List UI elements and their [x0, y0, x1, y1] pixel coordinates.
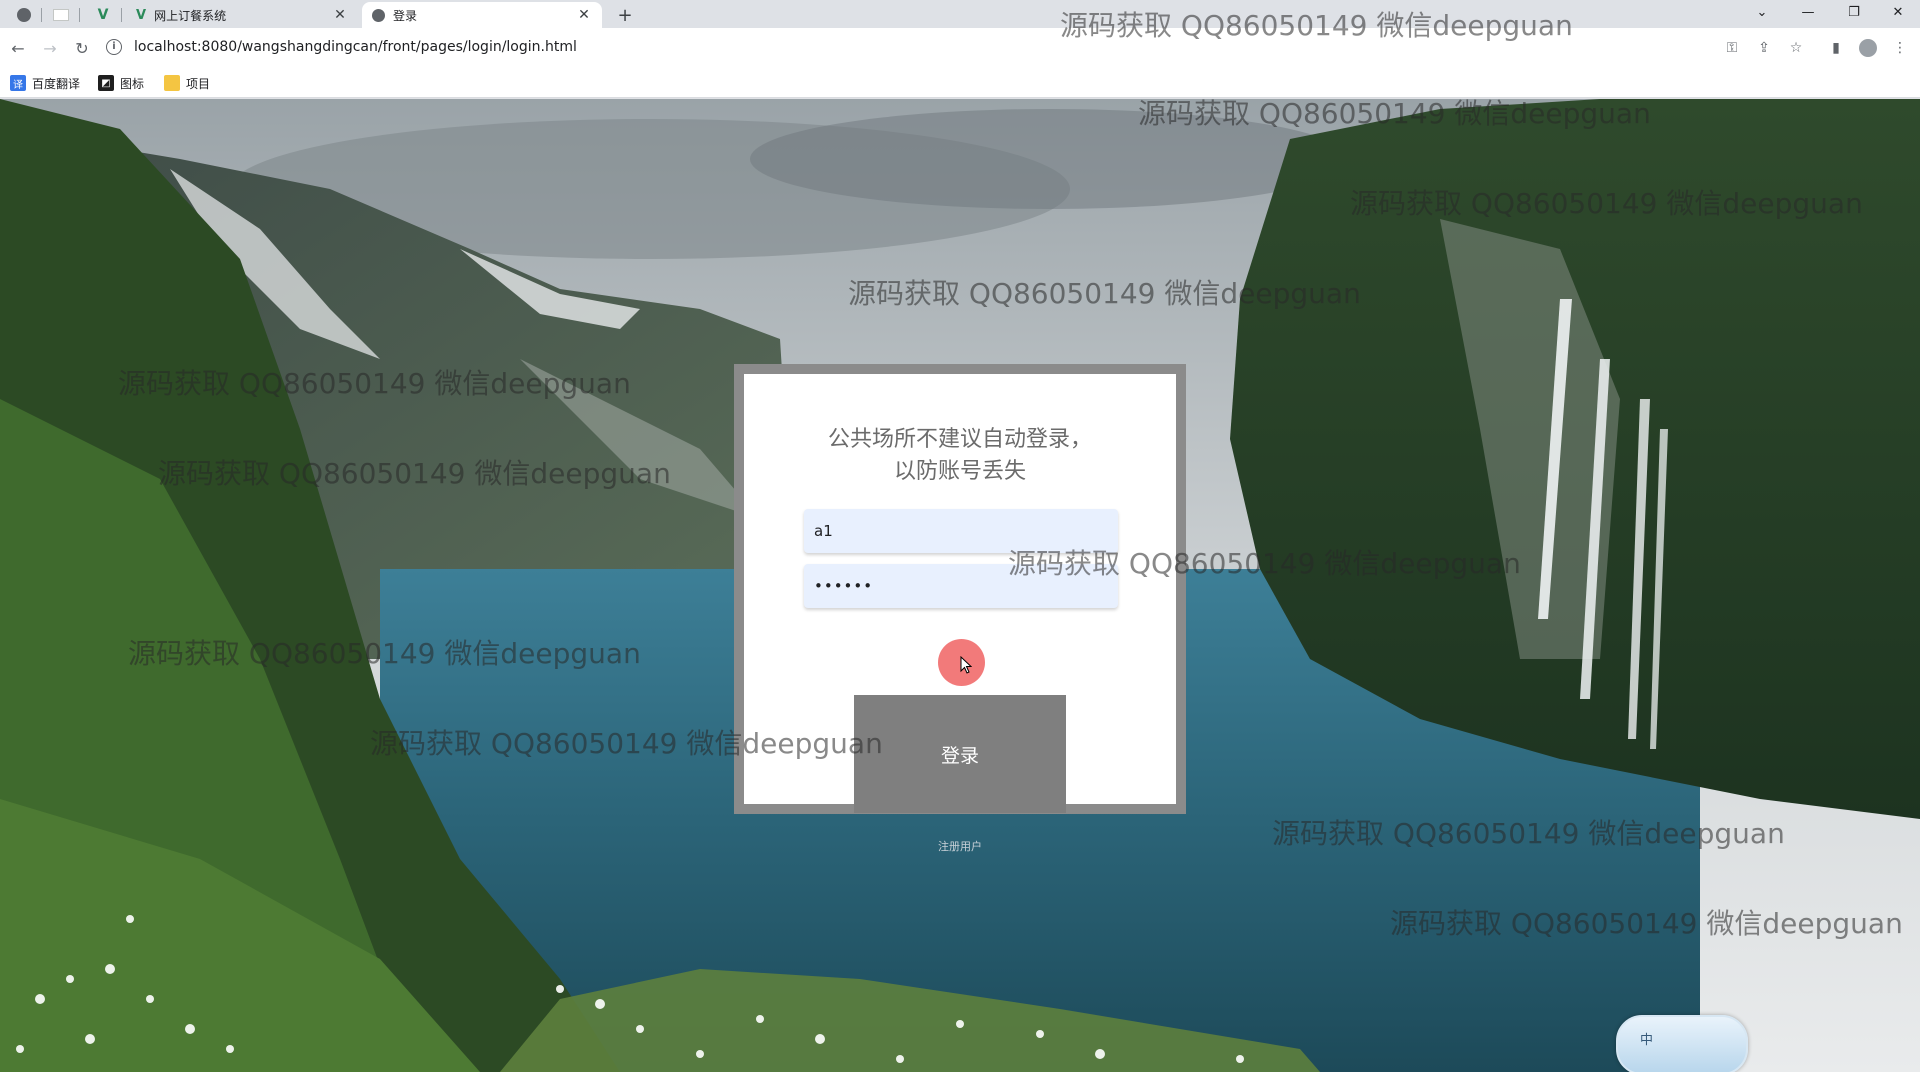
share-button[interactable]: ⇪	[1752, 36, 1776, 60]
mouse-cursor-icon	[960, 656, 972, 674]
close-icon[interactable]: ✕	[332, 7, 348, 23]
tab-title: 登录	[393, 8, 418, 23]
new-tab-button[interactable]: +	[612, 2, 638, 28]
tab-ordering-system[interactable]: V 网上订餐系统 ✕	[126, 2, 358, 28]
login-tip-line1: 公共场所不建议自动登录，	[827, 427, 1092, 452]
url-field[interactable]: i localhost:8080/wangshangdingcan/front/…	[106, 33, 1706, 61]
tab-title: 网上订餐系统	[154, 8, 227, 23]
tab-pinned-blank[interactable]	[42, 2, 80, 28]
info-icon[interactable]: i	[106, 39, 122, 55]
tab-pinned-vue[interactable]: V	[84, 2, 122, 28]
reload-icon: ↻	[75, 38, 89, 58]
restore-icon: ❐	[1848, 4, 1860, 20]
close-icon[interactable]: ✕	[576, 7, 592, 23]
username-input[interactable]: a1	[804, 509, 1118, 553]
close-window-button[interactable]: ✕	[1876, 0, 1920, 24]
password-key-button[interactable]: ⚿	[1720, 36, 1744, 60]
blank-page-icon	[53, 9, 69, 21]
side-panel-button[interactable]: ▮	[1824, 36, 1848, 60]
tab-strip: V V 网上订餐系统 ✕ 登录 ✕ + ⌄ — ❐ ✕	[0, 0, 1920, 28]
globe-icon	[372, 8, 385, 22]
login-tip-line2: 以防账号丢失	[893, 459, 1026, 484]
bookmark-label: 百度翻译	[32, 76, 81, 91]
back-button[interactable]: ←	[6, 36, 30, 60]
star-icon: ☆	[1789, 40, 1803, 56]
forward-button[interactable]: →	[38, 36, 62, 60]
share-icon: ⇪	[1758, 40, 1770, 56]
vue-logo-icon: V	[136, 7, 147, 23]
register-link[interactable]: 注册用户	[900, 838, 1020, 854]
avatar-icon	[1859, 39, 1877, 57]
minimize-button[interactable]: —	[1786, 0, 1830, 24]
bookmarks-bar: 译 百度翻译 ◩ 图标 项目	[0, 68, 1920, 98]
arrow-left-icon: ←	[11, 38, 25, 58]
bookmark-label: 项目	[186, 76, 211, 91]
ime-mode-label: 中	[1640, 1033, 1654, 1048]
plus-icon: +	[617, 4, 633, 26]
page-viewport: 公共场所不建议自动登录， 以防账号丢失 a1 •••••• 登录 注册用户 中	[0, 99, 1920, 1072]
url-text: localhost:8080/wangshangdingcan/front/pa…	[134, 39, 577, 55]
translate-icon: 译	[10, 75, 26, 91]
tab-pinned-globe[interactable]	[6, 2, 42, 28]
arrow-right-icon: →	[43, 38, 57, 58]
password-input[interactable]: ••••••	[804, 564, 1118, 608]
restore-button[interactable]: ❐	[1832, 0, 1876, 24]
folder-icon	[164, 75, 180, 91]
bookmark-folder-project[interactable]: 项目	[164, 74, 210, 92]
tab-login[interactable]: 登录 ✕	[362, 2, 602, 28]
address-bar: ← → ↻ i localhost:8080/wangshangdingcan/…	[0, 28, 1920, 68]
vue-logo-icon: V	[97, 7, 109, 23]
reload-button[interactable]: ↻	[70, 36, 94, 60]
side-panel-icon: ▮	[1832, 40, 1840, 56]
more-vert-icon: ⋮	[1893, 40, 1907, 56]
bookmark-star-button[interactable]: ☆	[1784, 36, 1808, 60]
close-icon: ✕	[1892, 4, 1904, 20]
globe-icon	[17, 8, 31, 22]
bookmark-label: 图标	[120, 76, 145, 91]
ime-indicator[interactable]: 中	[1616, 1015, 1748, 1072]
bookmark-icons[interactable]: ◩ 图标	[98, 74, 144, 92]
profile-button[interactable]	[1856, 36, 1880, 60]
key-icon: ⚿	[1726, 40, 1738, 56]
tab-search-button[interactable]: ⌄	[1740, 0, 1784, 24]
minimize-icon: —	[1801, 4, 1815, 20]
login-button[interactable]: 登录	[854, 695, 1066, 813]
icons-site-icon: ◩	[98, 75, 114, 91]
bookmark-baidu-translate[interactable]: 译 百度翻译	[10, 74, 80, 92]
menu-button[interactable]: ⋮	[1888, 36, 1912, 60]
login-tip: 公共场所不建议自动登录， 以防账号丢失	[744, 424, 1176, 488]
chevron-down-icon: ⌄	[1756, 4, 1768, 20]
